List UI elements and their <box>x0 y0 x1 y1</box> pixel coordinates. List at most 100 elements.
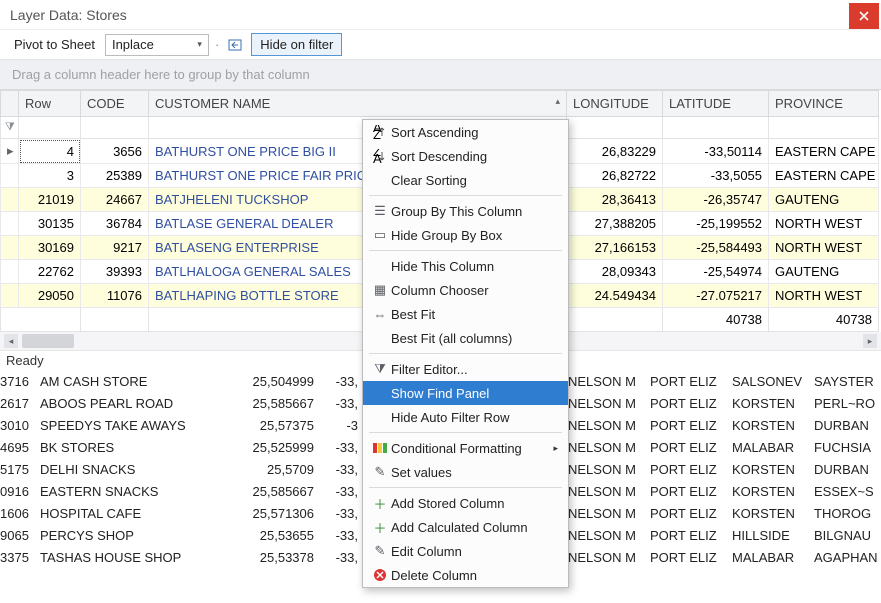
cell-latitude[interactable]: -33,50114 <box>663 139 769 164</box>
menu-best-fit-all[interactable]: Best Fit (all columns) <box>363 326 568 350</box>
col-header-row[interactable]: Row <box>19 91 81 117</box>
cell-longitude[interactable]: 24.549434 <box>567 284 663 308</box>
cell-row[interactable]: 30169 <box>19 236 81 260</box>
cell-customer-name[interactable]: BATLASENG ENTERPRISE <box>149 236 367 260</box>
menu-hide-group-box[interactable]: ▭Hide Group By Box <box>363 223 568 247</box>
col-header-latitude[interactable]: LATITUDE <box>663 91 769 117</box>
cell-code[interactable]: 36784 <box>81 212 149 236</box>
cell-province[interactable]: EASTERN CAPE <box>769 139 879 164</box>
cell-latitude[interactable]: -25,54974 <box>663 260 769 284</box>
menu-set-values[interactable]: ✎Set values <box>363 460 568 484</box>
menu-separator <box>369 487 562 488</box>
col-header-longitude[interactable]: LONGITUDE <box>567 91 663 117</box>
menu-edit-column[interactable]: ✎Edit Column <box>363 539 568 563</box>
menu-hide-column[interactable]: Hide This Column <box>363 254 568 278</box>
cell-customer-name[interactable]: BATLHAPING BOTTLE STORE <box>149 284 367 308</box>
menu-separator <box>369 250 562 251</box>
menu-delete-column[interactable]: Delete Column <box>363 563 568 587</box>
menu-add-stored-column[interactable]: ＋Add Stored Column <box>363 491 568 515</box>
cell-province[interactable]: GAUTENG <box>769 260 879 284</box>
cond-fmt-icon <box>369 443 391 453</box>
group-icon: ☰ <box>369 203 391 219</box>
row-indicator-header[interactable] <box>1 91 19 117</box>
cell-row[interactable]: 22762 <box>19 260 81 284</box>
scroll-right-icon[interactable]: ▸ <box>863 334 877 348</box>
menu-column-chooser[interactable]: ▦Column Chooser <box>363 278 568 302</box>
cell-customer-name[interactable]: BATLHALOGA GENERAL SALES <box>149 260 367 284</box>
svg-text:A: A <box>373 151 382 163</box>
column-context-menu: AZSort Ascending ZASort Descending Clear… <box>362 119 569 588</box>
cell-customer-name[interactable]: BATJHELENI TUCKSHOP <box>149 188 367 212</box>
menu-clear-sorting[interactable]: Clear Sorting <box>363 168 568 192</box>
menu-hide-auto-filter-row[interactable]: Hide Auto Filter Row <box>363 405 568 429</box>
cell-row[interactable]: 3 <box>19 164 81 188</box>
filter-cell-province[interactable] <box>769 117 879 139</box>
hide-on-filter-button[interactable]: Hide on filter <box>251 33 342 56</box>
delete-icon <box>369 568 391 582</box>
filter-cell-code[interactable] <box>81 117 149 139</box>
cell-latitude[interactable]: -33,5055 <box>663 164 769 188</box>
menu-add-calculated-column[interactable]: ＋Add Calculated Column <box>363 515 568 539</box>
menu-best-fit[interactable]: ⇔Best Fit <box>363 302 568 326</box>
cell-customer-name[interactable]: BATHURST ONE PRICE BIG II <box>149 139 367 164</box>
cell-longitude[interactable]: 27,388205 <box>567 212 663 236</box>
cell-longitude[interactable]: 26,82722 <box>567 164 663 188</box>
menu-group-by-column[interactable]: ☰Group By This Column <box>363 199 568 223</box>
filter-cell-row[interactable] <box>19 117 81 139</box>
cell-code[interactable]: 39393 <box>81 260 149 284</box>
cell-code[interactable]: 24667 <box>81 188 149 212</box>
cell-longitude[interactable]: 28,36413 <box>567 188 663 212</box>
collapse-panel-button[interactable] <box>225 34 245 56</box>
cell-latitude[interactable]: -25,584493 <box>663 236 769 260</box>
row-indicator <box>1 188 19 212</box>
cell-code[interactable]: 25389 <box>81 164 149 188</box>
filter-funnel-icon[interactable]: ⧩ <box>1 117 19 139</box>
scroll-thumb[interactable] <box>22 334 74 348</box>
group-by-panel[interactable]: Drag a column header here to group by th… <box>0 60 881 90</box>
cell-row[interactable]: 4 <box>19 139 81 164</box>
cell-longitude[interactable]: 26,83229 <box>567 139 663 164</box>
cell-code[interactable]: 9217 <box>81 236 149 260</box>
cell-customer-name[interactable]: BATHURST ONE PRICE FAIR PRICE <box>149 164 367 188</box>
collapse-icon <box>228 38 242 52</box>
column-header-row: Row CODE CUSTOMER NAME▴ LONGITUDE LATITU… <box>1 91 879 117</box>
cell-row[interactable]: 21019 <box>19 188 81 212</box>
add-calc-icon: ＋ <box>369 518 391 537</box>
cell-code[interactable]: 3656 <box>81 139 149 164</box>
edit-icon: ✎ <box>369 543 391 559</box>
cell-province[interactable]: NORTH WEST <box>769 236 879 260</box>
pivot-to-sheet-link[interactable]: Pivot to Sheet <box>10 35 99 54</box>
submenu-arrow-icon: ▸ <box>553 443 558 454</box>
col-header-customer-name[interactable]: CUSTOMER NAME▴ <box>149 91 567 117</box>
cell-latitude[interactable]: -27.075217 <box>663 284 769 308</box>
col-header-code[interactable]: CODE <box>81 91 149 117</box>
menu-sort-descending[interactable]: ZASort Descending <box>363 144 568 168</box>
menu-conditional-formatting[interactable]: Conditional Formatting▸ <box>363 436 568 460</box>
cell-province[interactable]: GAUTENG <box>769 188 879 212</box>
row-indicator <box>1 212 19 236</box>
cell-province[interactable]: NORTH WEST <box>769 212 879 236</box>
col-header-province[interactable]: PROVINCE <box>769 91 879 117</box>
cell-row[interactable]: 30135 <box>19 212 81 236</box>
filter-cell-longitude[interactable] <box>567 117 663 139</box>
close-button[interactable] <box>849 3 879 29</box>
pivot-mode-value: Inplace <box>112 37 154 52</box>
cell-latitude[interactable]: -26,35747 <box>663 188 769 212</box>
cell-province[interactable]: NORTH WEST <box>769 284 879 308</box>
cell-province[interactable]: EASTERN CAPE <box>769 164 879 188</box>
scroll-left-icon[interactable]: ◂ <box>4 334 18 348</box>
window-titlebar: Layer Data: Stores <box>0 0 881 30</box>
cell-longitude[interactable]: 27,166153 <box>567 236 663 260</box>
cell-code[interactable]: 11076 <box>81 284 149 308</box>
pivot-mode-combo[interactable]: Inplace ▾ <box>105 34 209 56</box>
menu-separator <box>369 195 562 196</box>
menu-show-find-panel[interactable]: Show Find Panel <box>363 381 568 405</box>
toolbar-separator: · <box>215 37 219 52</box>
menu-sort-ascending[interactable]: AZSort Ascending <box>363 120 568 144</box>
menu-filter-editor[interactable]: ⧩Filter Editor... <box>363 357 568 381</box>
filter-cell-latitude[interactable] <box>663 117 769 139</box>
cell-latitude[interactable]: -25,199552 <box>663 212 769 236</box>
cell-row[interactable]: 29050 <box>19 284 81 308</box>
cell-customer-name[interactable]: BATLASE GENERAL DEALER <box>149 212 367 236</box>
cell-longitude[interactable]: 28,09343 <box>567 260 663 284</box>
